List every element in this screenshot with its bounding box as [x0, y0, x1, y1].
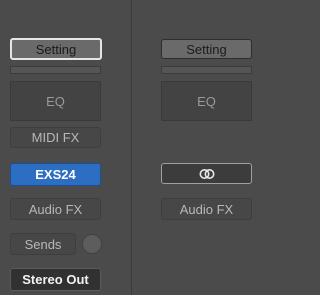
- setting-label: Setting: [186, 41, 227, 57]
- instrument-slot[interactable]: EXS24: [10, 163, 101, 186]
- eq-label: EQ: [197, 93, 216, 109]
- send-level-knob[interactable]: [82, 234, 102, 254]
- output-label: Stereo Out: [22, 272, 89, 287]
- audio-fx-slot[interactable]: Audio FX: [10, 198, 101, 220]
- audio-fx-label: Audio FX: [179, 201, 234, 217]
- sends-slot[interactable]: Sends: [10, 233, 76, 255]
- link-rings-icon: [197, 168, 217, 180]
- eq-slot[interactable]: EQ: [161, 81, 252, 121]
- channel-strip-left: Setting EQ MIDI FX EXS24 Audio FX Sends …: [0, 0, 131, 295]
- input-slot[interactable]: [161, 163, 252, 184]
- gain-reduction-meter: [161, 66, 252, 74]
- setting-label: Setting: [35, 41, 77, 57]
- instrument-label: EXS24: [35, 167, 76, 182]
- audio-fx-slot[interactable]: Audio FX: [161, 198, 252, 220]
- sends-label: Sends: [24, 236, 62, 252]
- eq-label: EQ: [46, 93, 65, 109]
- audio-fx-label: Audio FX: [28, 201, 83, 217]
- channel-strip-right: Setting EQ Audio FX: [132, 0, 257, 295]
- eq-slot[interactable]: EQ: [10, 81, 101, 121]
- setting-button[interactable]: Setting: [161, 39, 252, 59]
- gain-reduction-meter: [10, 66, 101, 74]
- midi-fx-slot[interactable]: MIDI FX: [10, 127, 101, 148]
- midi-fx-label: MIDI FX: [31, 130, 80, 145]
- setting-button[interactable]: Setting: [10, 38, 102, 60]
- output-slot[interactable]: Stereo Out: [10, 268, 101, 291]
